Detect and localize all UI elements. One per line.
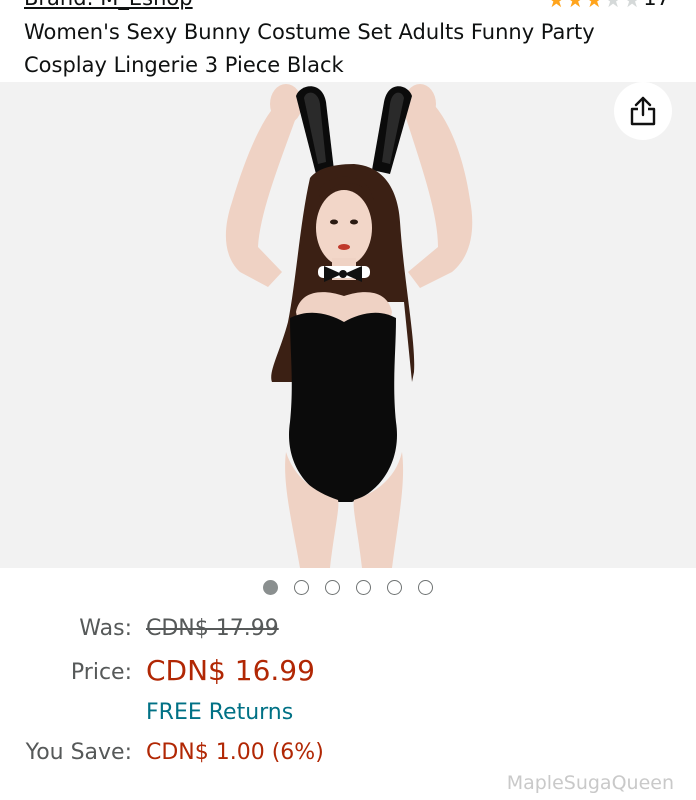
carousel-dot[interactable]: [294, 580, 309, 595]
star-icon: ★: [547, 0, 567, 12]
watermark: MapleSugaQueen: [506, 772, 674, 794]
carousel-dot[interactable]: [418, 580, 433, 595]
product-photo-illustration: [0, 82, 696, 568]
free-returns-row: FREE Returns: [0, 700, 696, 736]
star-empty-icon: ★: [623, 0, 642, 12]
free-returns-link[interactable]: FREE Returns: [146, 700, 293, 725]
star-icon: ★: [585, 0, 605, 12]
current-price-row: Price: CDN$ 16.99: [0, 654, 696, 690]
savings-label: You Save:: [25, 740, 132, 765]
price-label: Price:: [70, 660, 132, 685]
image-carousel-dots: [0, 580, 696, 595]
brand-rating-row: Brand: M_Eshop ★★★★★ 17: [0, 0, 696, 12]
brand-link[interactable]: Brand: M_Eshop: [24, 0, 193, 10]
carousel-dot[interactable]: [325, 580, 340, 595]
star-icon: ★: [566, 0, 586, 12]
rating-count[interactable]: 17: [643, 0, 670, 10]
carousel-dot[interactable]: [356, 580, 371, 595]
carousel-dot[interactable]: [387, 580, 402, 595]
was-price-row: Was: CDN$ 17.99: [0, 616, 696, 652]
star-empty-icon: ★: [604, 0, 624, 12]
was-label: Was:: [79, 616, 132, 641]
share-icon: [630, 96, 656, 126]
product-title: Women's Sexy Bunny Costume Set Adults Fu…: [24, 20, 595, 77]
savings-value: CDN$ 1.00 (6%): [146, 740, 324, 765]
product-image[interactable]: [0, 82, 696, 568]
star-rating[interactable]: ★★★★★: [547, 0, 642, 12]
current-price: CDN$ 16.99: [146, 654, 315, 687]
savings-row: You Save: CDN$ 1.00 (6%): [0, 740, 696, 776]
share-button[interactable]: [614, 82, 672, 140]
was-price: CDN$ 17.99: [146, 616, 279, 641]
carousel-dot[interactable]: [263, 580, 278, 595]
